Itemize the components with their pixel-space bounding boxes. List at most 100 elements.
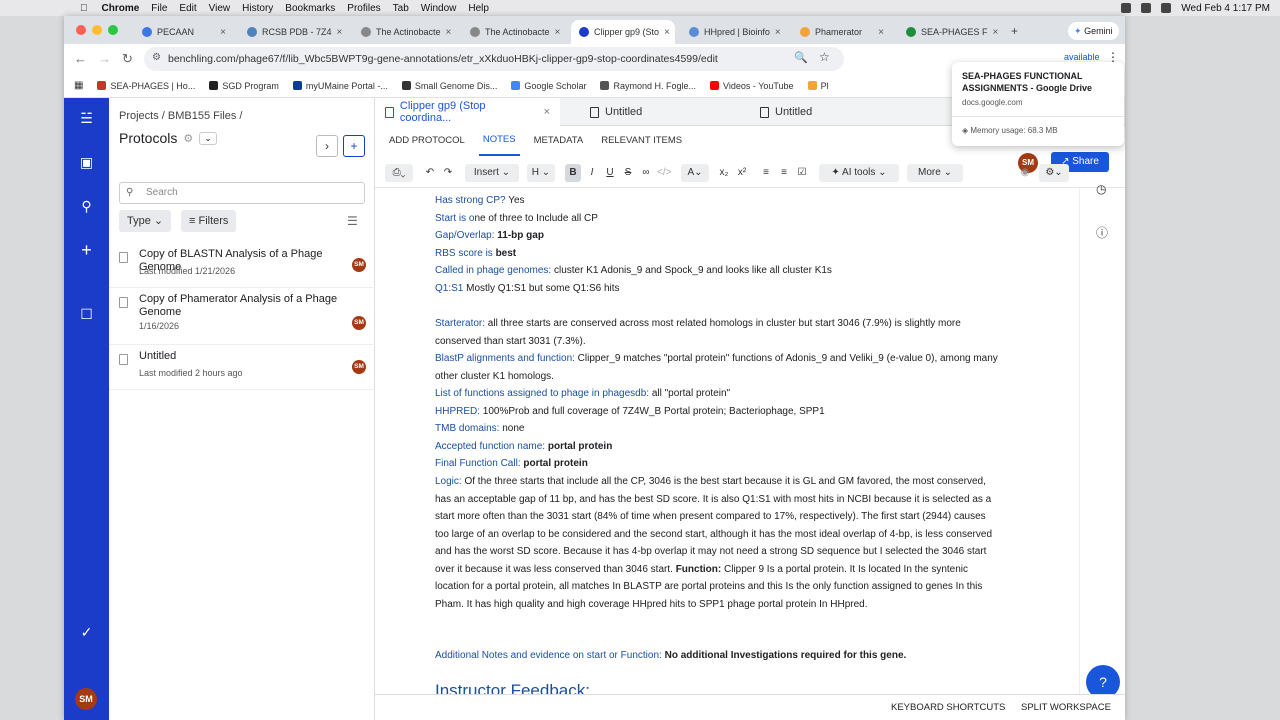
browser-tab[interactable]: Clipper gp9 (Sto × bbox=[571, 20, 675, 44]
notes-content[interactable]: Has strong CP? Yes Start is one of three … bbox=[375, 188, 1079, 694]
bullet-list-icon[interactable]: ≡ bbox=[759, 164, 773, 182]
reload-icon[interactable]: ↻ bbox=[122, 51, 133, 67]
document-tab[interactable]: Untitled bbox=[580, 98, 740, 126]
text-color-button[interactable]: A⌄ bbox=[681, 164, 709, 182]
back-icon[interactable]: ← bbox=[74, 51, 87, 66]
user-avatar[interactable]: SM bbox=[75, 688, 97, 710]
italic-button[interactable]: I bbox=[585, 164, 599, 182]
browser-tab[interactable]: The Actinobacte × bbox=[462, 20, 566, 44]
menu-bookmarks[interactable]: Bookmarks bbox=[285, 3, 335, 14]
heading-menu[interactable]: H ⌄ bbox=[527, 164, 555, 182]
menu-profiles[interactable]: Profiles bbox=[347, 3, 380, 14]
type-filter-button[interactable]: Type ⌄ bbox=[119, 210, 172, 232]
close-tab-icon[interactable]: × bbox=[878, 27, 884, 38]
info-icon[interactable]: ⓘ bbox=[1096, 224, 1108, 241]
close-tab-icon[interactable]: × bbox=[555, 27, 561, 38]
insert-menu[interactable]: Insert ⌄ bbox=[465, 164, 519, 182]
minimize-window-icon[interactable] bbox=[92, 25, 102, 35]
subtab-notes[interactable]: NOTES bbox=[478, 126, 520, 156]
browser-tab[interactable]: HHpred | Bioinfo × bbox=[681, 20, 787, 44]
subtab-relevant-items[interactable]: RELEVANT ITEMS bbox=[597, 127, 686, 155]
settings-gear-icon[interactable]: ⚙ bbox=[183, 132, 193, 145]
checklist-icon[interactable]: ☑ bbox=[795, 164, 809, 182]
bookmark-item[interactable]: Pl bbox=[807, 81, 829, 91]
subtab-metadata[interactable]: METADATA bbox=[530, 127, 588, 155]
benchling-logo-icon[interactable]: ☱ bbox=[78, 110, 95, 127]
menu-file[interactable]: File bbox=[151, 3, 167, 14]
split-workspace-link[interactable]: SPLIT WORKSPACE bbox=[1021, 702, 1111, 713]
search-icon[interactable] bbox=[1161, 3, 1172, 13]
close-tab-icon[interactable]: × bbox=[993, 27, 999, 38]
file-list-item[interactable]: Copy of Phamerator Analysis of a Phage G… bbox=[109, 293, 375, 345]
bookmark-item[interactable]: SEA-PHAGES | Ho... bbox=[97, 81, 195, 91]
print-icon[interactable]: ⎙⌄ bbox=[385, 164, 413, 182]
document-tab[interactable]: Untitled bbox=[750, 98, 915, 126]
settings-gear-icon[interactable]: ⚙⌄ bbox=[1039, 164, 1069, 182]
bookmark-item[interactable]: Videos - YouTube bbox=[710, 81, 794, 91]
menu-history[interactable]: History bbox=[242, 3, 273, 14]
battery-icon[interactable] bbox=[1141, 3, 1152, 13]
apple-icon[interactable]:  bbox=[80, 3, 88, 14]
document-tab[interactable]: Clipper gp9 (Stop coordina... × bbox=[375, 98, 560, 126]
numbered-list-icon[interactable]: ≡ bbox=[777, 164, 791, 182]
subtab-add-protocol[interactable]: ADD PROTOCOL bbox=[385, 127, 469, 155]
forward-icon[interactable]: → bbox=[98, 51, 111, 66]
underline-button[interactable]: U bbox=[603, 164, 617, 182]
bookmark-item[interactable]: Small Genome Dis... bbox=[401, 81, 497, 91]
bookmark-star-icon[interactable]: ☆ bbox=[819, 50, 830, 64]
undo-icon[interactable]: ↶ bbox=[423, 164, 437, 182]
ai-tools-menu[interactable]: ✦ AI tools ⌄ bbox=[819, 164, 899, 182]
code-icon[interactable]: </> bbox=[657, 164, 671, 182]
strikethrough-button[interactable]: S bbox=[621, 164, 635, 182]
app-menu[interactable]: Chrome bbox=[102, 3, 140, 14]
keyboard-shortcuts-link[interactable]: KEYBOARD SHORTCUTS bbox=[891, 702, 1005, 713]
browser-tab[interactable]: PECAAN × bbox=[134, 20, 234, 44]
browser-tab[interactable]: SEA-PHAGES F × bbox=[898, 20, 1006, 44]
sliders-icon[interactable]: ☰ bbox=[347, 214, 358, 228]
close-tab-icon[interactable]: × bbox=[337, 27, 343, 38]
site-info-icon[interactable]: ⚙ bbox=[152, 52, 161, 63]
new-tab-button[interactable]: + bbox=[1011, 24, 1018, 38]
collapse-panel-button[interactable]: › bbox=[316, 135, 338, 157]
bookmark-item[interactable]: myUMaine Portal -... bbox=[292, 81, 388, 91]
zoom-icon[interactable]: 🔍 bbox=[794, 51, 808, 64]
filters-button[interactable]: ≡ Filters bbox=[181, 210, 237, 232]
browser-tab[interactable]: RCSB PDB - 7Z4 × bbox=[239, 20, 347, 44]
breadcrumb[interactable]: Projects / BMB155 Files / bbox=[119, 110, 243, 122]
close-tab-icon[interactable]: × bbox=[446, 27, 452, 38]
close-tab-icon[interactable]: × bbox=[544, 106, 550, 118]
close-tab-icon[interactable]: × bbox=[220, 27, 226, 38]
menu-view[interactable]: View bbox=[209, 3, 231, 14]
tasks-check-icon[interactable]: ✓ bbox=[78, 624, 95, 641]
menu-edit[interactable]: Edit bbox=[179, 3, 196, 14]
more-menu[interactable]: More ⌄ bbox=[907, 164, 963, 182]
browser-tab[interactable]: Phamerator × bbox=[792, 20, 892, 44]
bookmark-item[interactable]: Raymond H. Fogle... bbox=[600, 81, 696, 91]
inbox-icon[interactable]: ☐ bbox=[78, 306, 95, 323]
wifi-icon[interactable] bbox=[1121, 3, 1132, 13]
update-badge[interactable]: available bbox=[1064, 52, 1100, 62]
history-clock-icon[interactable]: ◷ bbox=[1096, 182, 1106, 196]
file-search-input[interactable]: ⚲ Search bbox=[119, 182, 365, 204]
file-list-item[interactable]: Copy of BLASTN Analysis of a Phage Genom… bbox=[109, 248, 375, 288]
menu-window[interactable]: Window bbox=[421, 3, 457, 14]
collaboration-icon[interactable]: ◉ bbox=[1017, 164, 1033, 182]
gemini-button[interactable]: ✦ Gemini bbox=[1068, 22, 1119, 40]
zoom-window-icon[interactable] bbox=[108, 25, 118, 35]
redo-icon[interactable]: ↷ bbox=[441, 164, 455, 182]
superscript-button[interactable]: x² bbox=[735, 164, 749, 182]
folder-dropdown-button[interactable]: ⌄ bbox=[199, 131, 217, 145]
clock[interactable]: Wed Feb 4 1:17 PM bbox=[1181, 3, 1270, 14]
bookmark-item[interactable]: SGD Program bbox=[209, 81, 279, 91]
add-item-button[interactable]: + bbox=[343, 135, 365, 157]
close-tab-icon[interactable]: × bbox=[664, 27, 670, 38]
link-icon[interactable]: ∞ bbox=[639, 164, 653, 182]
file-list-item[interactable]: Untitled Last modified 2 hours ago SM bbox=[109, 350, 375, 390]
apps-grid-icon[interactable]: ▦ bbox=[74, 80, 83, 91]
bookmark-item[interactable]: Google Scholar bbox=[511, 81, 586, 91]
subscript-button[interactable]: x₂ bbox=[717, 164, 731, 182]
briefcase-icon[interactable]: ▣ bbox=[78, 154, 95, 171]
close-tab-icon[interactable]: × bbox=[775, 27, 781, 38]
menu-help[interactable]: Help bbox=[468, 3, 489, 14]
search-icon[interactable]: ⚲ bbox=[78, 198, 95, 215]
